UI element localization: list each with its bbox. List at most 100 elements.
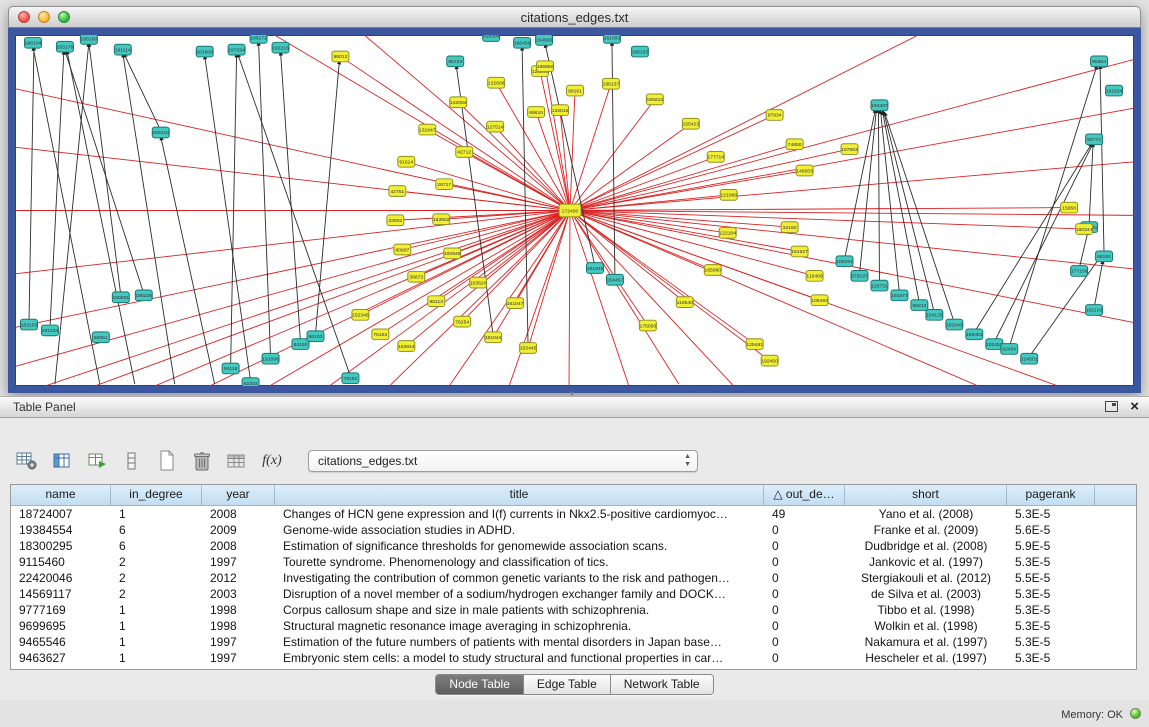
graph-node[interactable]: 150051: [112, 292, 129, 303]
table-row[interactable]: 2242004622012Investigating the contribut…: [11, 570, 1136, 586]
graph-node[interactable]: 102103: [1086, 305, 1103, 316]
graph-node[interactable]: 15958: [1061, 202, 1078, 213]
graph-node[interactable]: 120731: [871, 280, 888, 291]
graph-node[interactable]: 154457: [606, 274, 623, 285]
tab-network-table[interactable]: Network Table: [611, 675, 713, 694]
graph-node[interactable]: 36873: [408, 271, 425, 282]
graph-node[interactable]: 100949: [444, 248, 461, 259]
graph-node[interactable]: 91614: [398, 156, 415, 167]
close-panel-icon[interactable]: ×: [1130, 399, 1139, 414]
graph-node[interactable]: 68103: [307, 331, 324, 342]
graph-node[interactable]: 161044: [485, 332, 502, 343]
graph-node[interactable]: 161047: [507, 298, 524, 309]
graph-node[interactable]: 96012: [332, 51, 349, 62]
graph-node[interactable]: 191114: [114, 44, 131, 55]
graph-node[interactable]: 172400: [559, 204, 581, 217]
graph-node[interactable]: 118540: [676, 297, 693, 308]
graph-node[interactable]: 183902: [433, 214, 450, 225]
graph-node[interactable]: 164660: [536, 35, 553, 45]
graph-node[interactable]: 104125: [926, 309, 943, 320]
graph-node[interactable]: 105493: [811, 295, 828, 306]
graph-node[interactable]: 205310: [152, 127, 169, 138]
graph-node[interactable]: 78191: [342, 373, 359, 384]
graph-node[interactable]: 203176: [56, 41, 73, 52]
graph-node[interactable]: 188104: [24, 37, 41, 48]
table-row[interactable]: 1830029562008Estimation of significance …: [11, 538, 1136, 554]
import-table-file-button[interactable]: [224, 448, 250, 474]
graph-node[interactable]: 196137: [602, 78, 619, 89]
graph-node[interactable]: 95723: [447, 56, 464, 67]
graph-node[interactable]: 183103: [20, 319, 37, 330]
table-row[interactable]: 911546021997Tourette syndrome. Phenomeno…: [11, 554, 1136, 570]
graph-node[interactable]: 195812: [646, 94, 663, 105]
graph-node[interactable]: 103620: [470, 277, 487, 288]
graph-node[interactable]: 122104: [719, 228, 736, 239]
graph-node[interactable]: 131847: [419, 124, 436, 135]
column-header-5[interactable]: short: [845, 485, 1007, 505]
graph-node[interactable]: 108191: [836, 256, 853, 267]
graph-node[interactable]: 153445: [520, 343, 537, 354]
graph-node[interactable]: 191877: [891, 290, 908, 301]
graph-node[interactable]: 94118: [222, 363, 239, 374]
table-row[interactable]: 969969511998Structural magnetic resonanc…: [11, 618, 1136, 634]
graph-node[interactable]: 52203: [242, 378, 259, 386]
graph-node[interactable]: 42751: [389, 186, 406, 197]
import-table-button[interactable]: [84, 448, 110, 474]
graph-node[interactable]: 125481: [746, 339, 763, 350]
graph-node[interactable]: 32160: [781, 222, 798, 233]
graph-node[interactable]: 679197: [851, 270, 868, 281]
graph-node[interactable]: 192216: [272, 42, 289, 53]
graph-node[interactable]: 160344: [1076, 224, 1093, 235]
graph-node[interactable]: 191534: [1106, 85, 1123, 96]
column-header-1[interactable]: in_degree: [111, 485, 202, 505]
graph-node[interactable]: 76254: [454, 316, 471, 327]
create-column-button[interactable]: [154, 448, 180, 474]
graph-node[interactable]: 80997: [394, 244, 411, 255]
column-header-2[interactable]: year: [202, 485, 275, 505]
network-table-select[interactable]: citations_edges.txt ▲▼: [308, 450, 698, 472]
table-settings-button[interactable]: [14, 448, 40, 474]
graph-node[interactable]: 95864: [1091, 56, 1108, 67]
graph-node[interactable]: 74850: [786, 139, 803, 150]
graph-node[interactable]: 186960: [537, 61, 554, 72]
graph-node[interactable]: 169451: [966, 329, 983, 340]
graph-node[interactable]: 187553: [841, 144, 858, 155]
network-graph-canvas[interactable]: 188104 203176 186100 191114 201800 197254 1861…: [15, 35, 1134, 386]
graph-node[interactable]: 177714: [707, 152, 724, 163]
graph-node[interactable]: 92450: [1001, 344, 1018, 355]
graph-node[interactable]: 186100: [80, 35, 97, 44]
graph-node[interactable]: 115469: [806, 270, 823, 281]
table-row[interactable]: 1938455462009Genome-wide association stu…: [11, 522, 1136, 538]
graph-node[interactable]: 201800: [196, 46, 213, 57]
graph-node[interactable]: 122608: [488, 77, 505, 88]
graph-node[interactable]: 177106: [1071, 266, 1088, 277]
graph-node[interactable]: 142004: [450, 97, 467, 108]
graph-node[interactable]: 92774: [1086, 134, 1103, 145]
graph-node[interactable]: 163944: [398, 341, 415, 352]
graph-node[interactable]: 98161: [567, 85, 584, 96]
graph-node[interactable]: 132015: [552, 105, 569, 116]
graph-node[interactable]: 186183: [631, 46, 648, 57]
graph-node[interactable]: 96113: [428, 296, 445, 307]
graph-node[interactable]: 186225: [135, 290, 152, 301]
graph-node[interactable]: 98213: [911, 300, 928, 311]
tab-node-table[interactable]: Node Table: [436, 675, 524, 694]
row-tools-button[interactable]: [119, 448, 145, 474]
graph-node[interactable]: 192450: [761, 355, 778, 366]
graph-node[interactable]: 127514: [487, 121, 504, 132]
graph-node[interactable]: 33902: [387, 215, 404, 226]
graph-node[interactable]: 191845: [586, 263, 603, 274]
graph-node[interactable]: 121068: [720, 190, 737, 201]
graph-node[interactable]: 197254: [228, 44, 245, 55]
show-columns-button[interactable]: [49, 448, 75, 474]
graph-node[interactable]: 148503: [796, 165, 813, 176]
graph-node[interactable]: 124501: [1021, 353, 1038, 364]
table-row[interactable]: 1872400712008Changes of HCN gene express…: [11, 506, 1136, 522]
graph-node[interactable]: 165080: [704, 265, 721, 276]
memory-status-indicator[interactable]: [1130, 708, 1141, 719]
window-titlebar[interactable]: citations_edges.txt: [8, 6, 1141, 28]
graph-node[interactable]: 86191: [1096, 251, 1113, 262]
float-panel-icon[interactable]: [1105, 401, 1118, 412]
graph-node[interactable]: 152346: [352, 309, 369, 320]
table-row[interactable]: 1456911722003Disruption of a novel membe…: [11, 586, 1136, 602]
